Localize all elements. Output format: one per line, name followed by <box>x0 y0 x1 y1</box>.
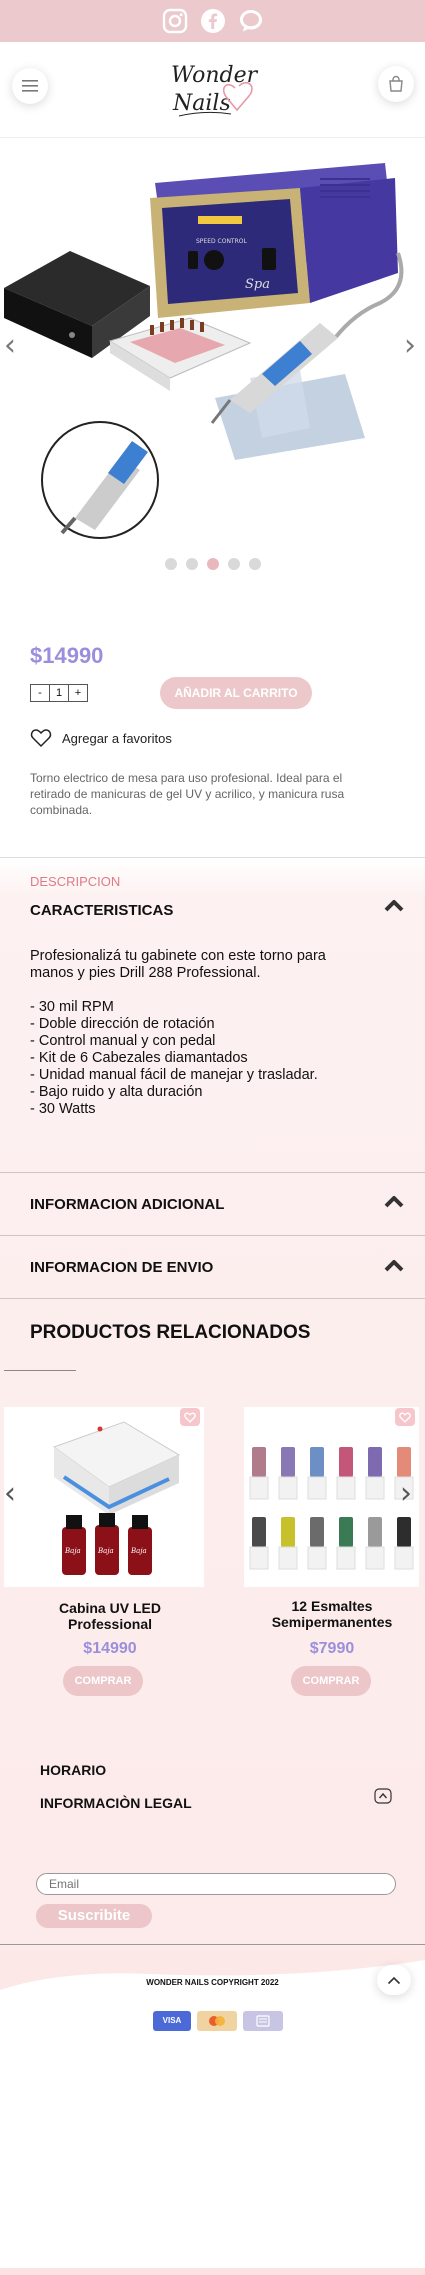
shipping-info-title[interactable]: INFORMACION DE ENVIO <box>30 1259 213 1276</box>
logo-line1: Wonder <box>171 63 259 88</box>
add-to-cart-button[interactable]: AÑADIR AL CARRITO <box>160 677 312 709</box>
carousel-next-icon[interactable]: › <box>404 328 416 363</box>
product-price: $14990 <box>30 643 104 668</box>
carousel-dots <box>0 558 425 570</box>
favorite-label: Agregar a favoritos <box>62 730 172 746</box>
buy-button[interactable]: COMPRAR <box>63 1666 143 1696</box>
facebook-icon[interactable] <box>199 7 227 35</box>
characteristics-text: Profesionalizá tu gabinete con este torn… <box>30 948 326 1117</box>
bottom-strip <box>0 2268 425 2275</box>
menu-button[interactable] <box>12 68 48 104</box>
footer-divider <box>0 1944 425 1945</box>
subscribe-button[interactable]: Suscribite <box>36 1904 152 1928</box>
qty-plus-button[interactable]: + <box>69 685 87 701</box>
heart-icon[interactable] <box>395 1408 415 1426</box>
carousel-dot[interactable] <box>227 558 240 570</box>
section-divider <box>0 1172 425 1173</box>
chevron-up-icon[interactable] <box>383 1194 405 1208</box>
related-product-price: $7990 <box>309 1640 355 1657</box>
chevron-up-icon[interactable] <box>383 898 405 912</box>
schedule-title[interactable]: HORARIO <box>40 1762 106 1778</box>
site-header: Wonder Nails <box>0 42 425 138</box>
related-product-price: $14990 <box>83 1640 137 1657</box>
shopping-bag-icon <box>389 75 403 92</box>
characteristics-title[interactable]: CARACTERISTICAS <box>30 902 173 919</box>
instagram-icon[interactable] <box>161 7 189 35</box>
legal-info-title[interactable]: INFORMACIÒN LEGAL <box>40 1795 192 1811</box>
qty-minus-button[interactable]: - <box>31 685 50 701</box>
related-prev-icon[interactable]: ‹ <box>4 1476 16 1511</box>
mastercard-icon <box>197 2011 237 2031</box>
related-product-name[interactable]: Cabina UV LED Professional <box>30 1600 190 1632</box>
speed-leds <box>198 216 242 224</box>
title-underline <box>4 1370 76 1371</box>
chevron-up-icon[interactable] <box>383 1258 405 1272</box>
section-divider <box>0 1298 425 1299</box>
quantity-stepper: - 1 + <box>30 684 88 702</box>
bottle-label: Baja <box>130 1547 147 1555</box>
speed-control-label: SPEED CONTROL <box>196 238 247 245</box>
product-description: Torno electrico de mesa para uso profesi… <box>30 771 345 817</box>
carousel-dot[interactable] <box>164 558 177 570</box>
product-image: SPEED CONTROL Spa <box>4 163 404 539</box>
bottle-label: Baja <box>97 1547 114 1555</box>
carousel-prev-icon[interactable]: ‹ <box>4 328 16 363</box>
section-divider <box>0 1235 425 1236</box>
related-product-name[interactable]: 12 Esmaltes Semipermanentes <box>252 1598 412 1630</box>
carousel-dot[interactable] <box>248 558 261 570</box>
cart-button[interactable] <box>378 66 414 102</box>
wonder-nails-logo[interactable]: Wonder Nails <box>165 50 265 130</box>
related-product-image[interactable]: Baja Baja Baja <box>4 1407 204 1587</box>
email-input[interactable] <box>36 1873 396 1895</box>
chevron-up-icon[interactable] <box>374 1788 392 1804</box>
heart-icon[interactable] <box>180 1408 200 1426</box>
additional-info-title[interactable]: INFORMACION ADICIONAL <box>30 1196 224 1213</box>
copyright-text: WONDER NAILS COPYRIGHT 2022 <box>146 1978 279 1987</box>
visa-icon: VISA <box>153 2011 191 2031</box>
product-image-carousel: SPEED CONTROL Spa ‹ › <box>0 138 425 583</box>
related-product-image[interactable] <box>244 1407 419 1587</box>
heart-icon <box>30 729 52 748</box>
chat-bubble-icon[interactable] <box>237 7 265 35</box>
carousel-dot-active[interactable] <box>206 558 219 570</box>
related-products-title: PRODUCTOS RELACIONADOS <box>30 1322 311 1343</box>
debit-card-icon <box>243 2011 283 2031</box>
buy-button[interactable]: COMPRAR <box>291 1666 371 1696</box>
description-label: DESCRIPCION <box>30 874 121 889</box>
add-favorite-button[interactable]: Agregar a favoritos <box>30 728 172 748</box>
spa-brand-label: Spa <box>245 277 270 292</box>
bottle-label: Baja <box>64 1547 81 1555</box>
hamburger-icon <box>22 80 38 92</box>
carousel-dot[interactable] <box>185 558 198 570</box>
social-bar <box>0 0 425 42</box>
related-next-icon[interactable]: › <box>400 1476 412 1511</box>
qty-value[interactable]: 1 <box>50 685 69 701</box>
